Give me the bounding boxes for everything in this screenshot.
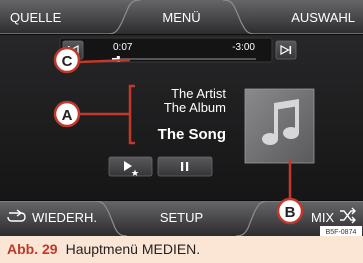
svg-text:B5F-0874: B5F-0874: [326, 229, 357, 236]
menu-tab-label: MENÜ: [162, 10, 200, 25]
document-code: B5F-0874: [320, 226, 362, 236]
progress-track: [112, 58, 256, 60]
callout-b-letter: B: [285, 204, 296, 221]
callout-c-letter: C: [62, 53, 73, 70]
mix-label: MIX: [311, 210, 334, 225]
menu-tab[interactable]: MENÜ: [162, 10, 200, 25]
play-favorite-button[interactable]: [108, 156, 153, 177]
setup-button[interactable]: SETUP: [160, 210, 203, 225]
callout-b: B: [276, 197, 304, 225]
song-title: The Song: [158, 126, 226, 143]
setup-label: SETUP: [160, 210, 203, 225]
repeat-label: WIEDERH.: [32, 210, 97, 225]
source-tab-label: QUELLE: [10, 10, 62, 25]
elapsed-time: 0:07: [113, 42, 133, 53]
media-screen-figure: QUELLE MENÜ AUSWAHL 0:07 -3:00 The Artis…: [0, 0, 363, 263]
figure-caption-text: Hauptmenü MEDIEN.: [65, 241, 201, 257]
album-art[interactable]: [244, 88, 315, 164]
figure-number: Abb. 29: [7, 241, 58, 257]
selection-tab[interactable]: AUSWAHL: [291, 10, 355, 25]
artist-name: The Artist: [171, 86, 226, 101]
callout-a-letter: A: [62, 107, 73, 124]
pause-button[interactable]: [157, 156, 213, 177]
album-name: The Album: [164, 100, 226, 115]
callout-c: C: [53, 46, 81, 74]
remaining-time: -3:00: [232, 42, 255, 53]
selection-tab-label: AUSWAHL: [291, 10, 355, 25]
next-track-button[interactable]: [275, 40, 297, 60]
source-tab[interactable]: QUELLE: [10, 10, 62, 25]
figure-caption: Abb. 29 Hauptmenü MEDIEN.: [0, 236, 363, 263]
callout-a: A: [53, 100, 81, 128]
